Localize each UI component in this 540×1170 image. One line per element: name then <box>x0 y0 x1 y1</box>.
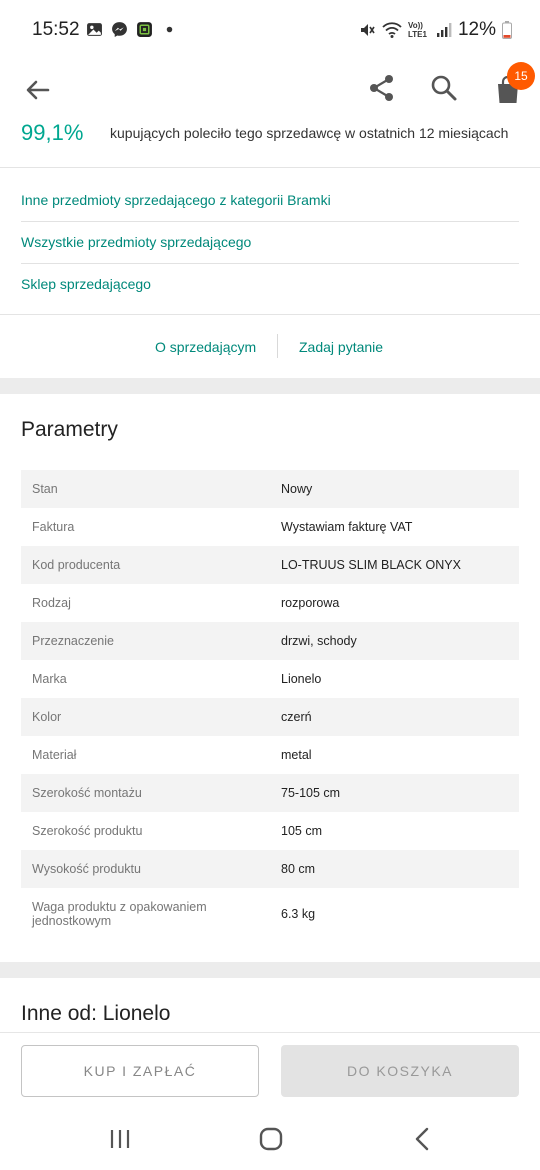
divider <box>0 314 540 315</box>
rating-percentage: 99,1% <box>21 120 84 145</box>
section-separator <box>0 962 540 978</box>
system-navigation-bar <box>0 1108 540 1170</box>
param-value: czerń <box>281 710 312 724</box>
param-label: Szerokość produktu <box>32 824 143 838</box>
about-seller-link[interactable]: O sprzedającym <box>155 339 256 355</box>
param-label: Marka <box>32 672 67 686</box>
param-value: metal <box>281 748 312 762</box>
separator <box>277 334 278 358</box>
messenger-icon <box>112 22 127 37</box>
status-time: 15:52 <box>32 19 80 40</box>
table-row: Kod producenta LO-TRUUS SLIM BLACK ONYX <box>21 546 519 584</box>
buy-and-pay-button[interactable]: KUP I ZAPŁAĆ <box>21 1045 259 1097</box>
param-value: Wystawiam fakturę VAT <box>281 520 413 534</box>
param-label: Wysokość produktu <box>32 862 141 876</box>
rating-description: kupujących poleciło tego sprzedawcę w os… <box>110 125 509 141</box>
gallery-icon <box>87 23 102 36</box>
section-separator <box>0 378 540 394</box>
battery-percent: 12% <box>457 19 496 40</box>
mute-icon <box>360 24 375 36</box>
param-label: Materiał <box>32 748 77 762</box>
seller-actions: O sprzedającym Zadaj pytanie <box>0 330 540 366</box>
parameters-table: Stan Nowy Faktura Wystawiam fakturę VAT Ko… <box>21 470 519 940</box>
dot-icon <box>166 26 173 33</box>
search-icon[interactable] <box>428 72 460 104</box>
param-label: Przeznaczenie <box>32 634 114 648</box>
seller-rating: 99,1% kupujących poleciło tego sprzedawc… <box>0 116 540 168</box>
param-value: Nowy <box>281 482 313 496</box>
param-label: Szerokość montażu <box>32 786 142 800</box>
table-row: Stan Nowy <box>21 470 519 508</box>
app-icon <box>137 22 152 37</box>
back-arrow-icon[interactable] <box>22 74 54 106</box>
param-value: rozporowa <box>281 596 340 610</box>
parameters-title: Parametry <box>21 418 118 441</box>
param-value: 80 cm <box>281 862 316 876</box>
param-label: Stan <box>32 482 58 496</box>
seller-links-list: Inne przedmioty sprzedającego z kategori… <box>21 180 519 306</box>
table-row: Szerokość montażu 75-105 cm <box>21 774 519 812</box>
table-row: Przeznaczenie drzwi, schody <box>21 622 519 660</box>
param-value: LO-TRUUS SLIM BLACK ONYX <box>281 558 461 572</box>
param-label: Kolor <box>32 710 62 724</box>
param-value: Lionelo <box>281 672 322 686</box>
table-row: Rodzaj rozporowa <box>21 584 519 622</box>
table-row: Materiał metal <box>21 736 519 774</box>
param-label: Faktura <box>32 520 75 534</box>
purchase-action-bar: KUP I ZAPŁAĆ DO KOSZYKA <box>0 1032 540 1108</box>
recent-apps-icon[interactable] <box>105 1124 135 1154</box>
param-value: 105 cm <box>281 824 322 838</box>
status-bar: 15:52 Vo)) LTE1 12% <box>0 0 540 62</box>
param-label: Rodzaj <box>32 596 71 610</box>
signal-icon <box>436 23 452 37</box>
wifi-icon <box>382 22 402 38</box>
param-label: Kod producenta <box>32 558 121 572</box>
table-row: Szerokość produktu 105 cm <box>21 812 519 850</box>
back-nav-icon[interactable] <box>408 1124 438 1154</box>
param-value: 75-105 cm <box>281 786 341 800</box>
battery-icon <box>502 21 512 39</box>
link-seller-category-items[interactable]: Inne przedmioty sprzedającego z kategori… <box>21 180 519 222</box>
home-icon[interactable] <box>256 1124 286 1154</box>
param-value: 6.3 kg <box>281 907 316 921</box>
add-to-cart-button[interactable]: DO KOSZYKA <box>281 1045 519 1097</box>
more-from-brand-title: Inne od: Lionelo <box>21 1002 171 1025</box>
table-row: Marka Lionelo <box>21 660 519 698</box>
table-row: Wysokość produktu 80 cm <box>21 850 519 888</box>
table-row: Kolor czerń <box>21 698 519 736</box>
link-all-seller-items[interactable]: Wszystkie przedmioty sprzedającego <box>21 222 519 264</box>
param-value: drzwi, schody <box>281 634 357 648</box>
param-label: Waga produktu z opakowaniem jednostkowym <box>32 900 207 928</box>
cart-count-badge[interactable]: 15 <box>507 62 535 90</box>
volte-icon: Vo)) LTE1 <box>407 21 427 39</box>
status-system-icons: Vo)) LTE1 12% <box>358 19 512 41</box>
table-row: Waga produktu z opakowaniem jednostkowym… <box>21 888 519 940</box>
app-bar: 15 <box>0 62 540 120</box>
status-notification-icons <box>86 21 178 38</box>
table-row: Faktura Wystawiam fakturę VAT <box>21 508 519 546</box>
ask-question-link[interactable]: Zadaj pytanie <box>299 339 383 355</box>
share-icon[interactable] <box>366 72 398 104</box>
link-seller-shop[interactable]: Sklep sprzedającego <box>21 264 519 306</box>
